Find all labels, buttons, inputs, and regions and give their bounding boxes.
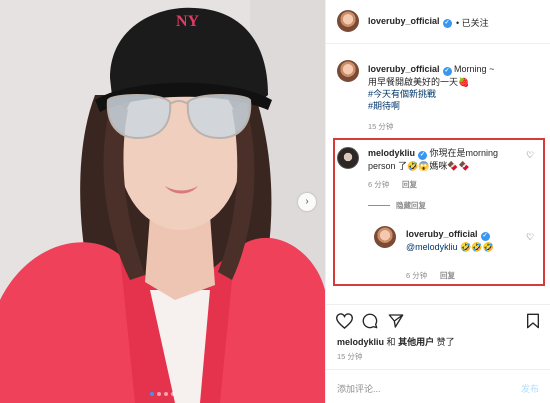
author-username[interactable]: loveruby_official ✓ [368, 16, 452, 28]
hashtag-link[interactable]: #期待啊 [368, 101, 400, 111]
comment-bar: 添加评论... 发布 [326, 369, 550, 403]
caption-line-1: Morning ~ [454, 64, 495, 74]
separator-dot: • [456, 18, 460, 28]
carousel-dot [157, 392, 161, 396]
comment-icon[interactable] [362, 313, 378, 329]
caption-avatar[interactable] [337, 60, 359, 82]
author-avatar[interactable] [337, 10, 359, 32]
caption-timestamp: 15 分钟 [368, 122, 394, 131]
bookmark-icon[interactable] [526, 313, 540, 329]
carousel-dot [171, 392, 175, 396]
action-bar [326, 304, 550, 334]
likes-summary: melodykliu 和 其他用户 赞了 [337, 335, 455, 348]
likes-suffix: 赞了 [436, 337, 455, 347]
caption-username[interactable]: loveruby_official [368, 64, 440, 74]
post-photo[interactable]: NY › [0, 0, 325, 403]
other-likers-link[interactable]: 其他用户 [398, 337, 434, 347]
post-comment-button[interactable]: 发布 [521, 382, 539, 395]
svg-text:NY: NY [176, 13, 200, 30]
likes-and: 和 [386, 337, 396, 347]
portrait-illustration: NY [0, 0, 325, 403]
post-header: loveruby_official ✓ • 已关注 [326, 0, 550, 44]
share-icon[interactable] [388, 313, 404, 329]
verified-badge-icon: ✓ [442, 67, 452, 76]
highlight-box [333, 138, 545, 286]
carousel-dot-active [150, 392, 154, 396]
follow-status-label: 已关注 [461, 18, 489, 28]
post-timestamp: 15 分钟 [337, 352, 363, 361]
heart-icon[interactable] [336, 313, 353, 329]
caption-text: loveruby_official ✓ Morning ~ 用早餐開啟美好的一天🍓… [368, 63, 543, 112]
liker-username[interactable]: melodykliu [337, 337, 384, 347]
caption-line-2: 用早餐開啟美好的一天🍓 [368, 77, 470, 87]
author-username-text: loveruby_official [368, 16, 440, 26]
next-photo-button[interactable]: › [298, 193, 316, 211]
hashtag-link[interactable]: #今天有個新挑戰 [368, 89, 436, 99]
verified-badge-icon: ✓ [442, 19, 452, 28]
chevron-right-icon: › [305, 196, 309, 207]
follow-status[interactable]: • 已关注 [456, 16, 489, 29]
comment-input[interactable]: 添加评论... [337, 382, 381, 395]
carousel-dot [164, 392, 168, 396]
carousel-indicator [0, 392, 325, 396]
